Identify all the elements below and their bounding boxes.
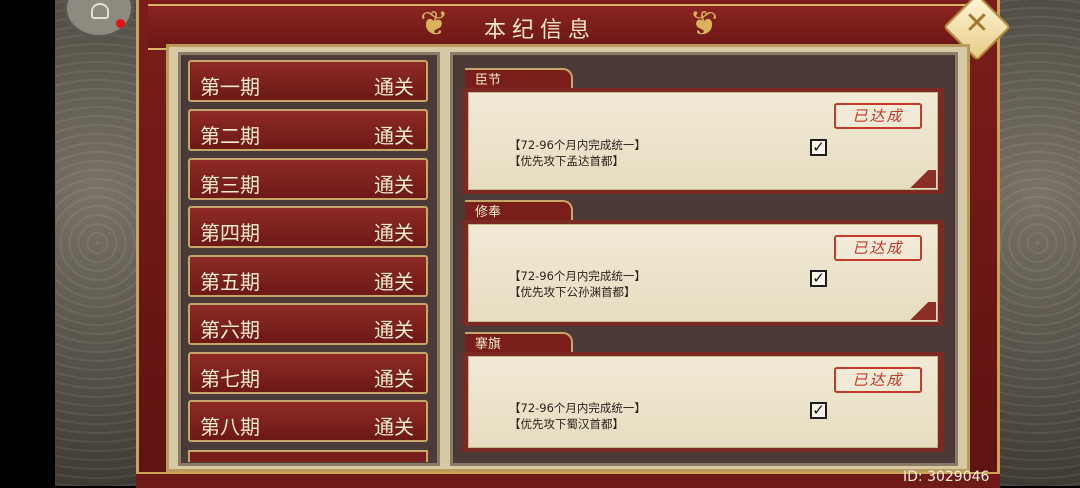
period-item-partial[interactable] (188, 450, 428, 462)
period-name: 第二期 (200, 124, 260, 148)
page-fold-decoration (902, 170, 936, 188)
completed-stamp: 已达成 (834, 103, 922, 129)
period-status: 通关 (374, 318, 414, 342)
period-status: 通关 (374, 367, 414, 391)
page-fold-decoration (902, 302, 936, 320)
period-item[interactable]: 第六期 通关 (188, 303, 428, 345)
completed-stamp: 已达成 (834, 235, 922, 261)
objective-tab: 臣节 (465, 68, 573, 90)
period-status: 通关 (374, 173, 414, 197)
period-item[interactable]: 第七期 通关 (188, 352, 428, 394)
objective-tab: 搴旗 (465, 332, 573, 354)
period-item[interactable]: 第一期 通关 (188, 60, 428, 102)
objective-line: 【优先攻下蜀汉首都】 (509, 417, 624, 431)
period-name: 第八期 (200, 415, 260, 439)
period-status: 通关 (374, 75, 414, 99)
objective-description: 【72-96个月内完成统一】 【优先攻下蜀汉首都】 (509, 400, 646, 432)
completed-stamp: 已达成 (834, 367, 922, 393)
left-black-bar (0, 0, 55, 486)
period-item[interactable]: 第四期 通关 (188, 206, 428, 248)
objective-description: 【72-96个月内完成统一】 【优先攻下公孙渊首都】 (509, 268, 646, 300)
period-item[interactable]: 第三期 通关 (188, 158, 428, 200)
period-name: 第三期 (200, 173, 260, 197)
player-id: ID: 3029046 (903, 469, 990, 485)
checkbox-checked-icon: ✓ (810, 139, 827, 156)
period-status: 通关 (374, 415, 414, 439)
checkbox-checked-icon: ✓ (810, 402, 827, 419)
objective-line: 【72-96个月内完成统一】 (509, 269, 646, 283)
objective-line: 【优先攻下公孙渊首都】 (509, 285, 636, 299)
period-name: 第四期 (200, 221, 260, 245)
checkbox-checked-icon: ✓ (810, 270, 827, 287)
objective-line: 【优先攻下孟达首都】 (509, 154, 624, 168)
period-item[interactable]: 第八期 通关 (188, 400, 428, 442)
left-decorative-background (55, 0, 140, 486)
objective-tab: 修奉 (465, 200, 573, 222)
period-name: 第七期 (200, 367, 260, 391)
objective-line: 【72-96个月内完成统一】 (509, 138, 646, 152)
period-status: 通关 (374, 124, 414, 148)
objective-line: 【72-96个月内完成统一】 (509, 401, 646, 415)
period-item[interactable]: 第二期 通关 (188, 109, 428, 151)
period-name: 第六期 (200, 318, 260, 342)
period-item[interactable]: 第五期 通关 (188, 255, 428, 297)
objective-description: 【72-96个月内完成统一】 【优先攻下孟达首都】 (509, 137, 646, 169)
right-decorative-background (995, 0, 1080, 486)
period-name: 第一期 (200, 75, 260, 99)
page-title: 本纪信息 (483, 18, 596, 43)
period-status: 通关 (374, 270, 414, 294)
period-name: 第五期 (200, 270, 260, 294)
close-x-icon: ✕ (964, 6, 990, 42)
period-status: 通关 (374, 221, 414, 245)
